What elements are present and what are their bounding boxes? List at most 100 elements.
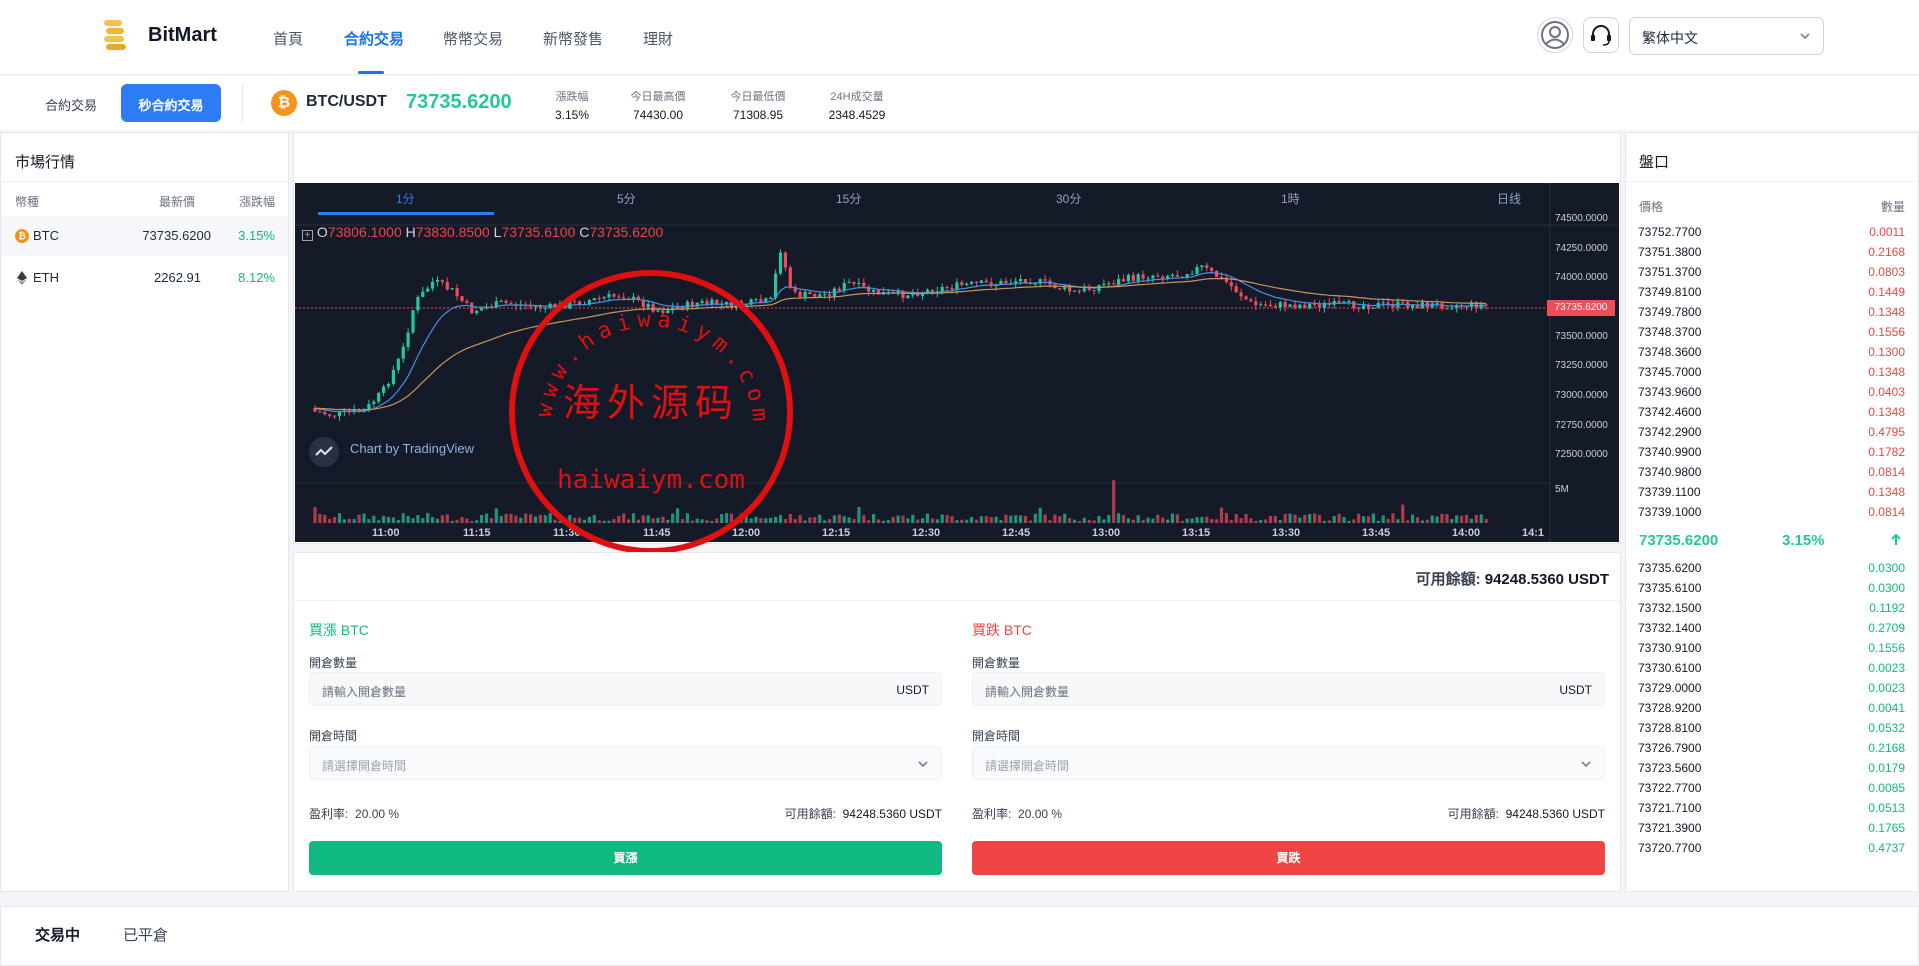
stat-volume: 24H成交量 2348.4529 (826, 88, 888, 122)
ma-slow-line (314, 277, 1487, 411)
tab-timeframe-15m[interactable]: 15分 (836, 190, 861, 207)
buy-up-button[interactable]: 買漲 (309, 841, 942, 875)
volume-bar (1053, 514, 1057, 523)
volume-bar (1425, 519, 1429, 523)
buy-time-select[interactable]: 請選擇開倉時間 (309, 746, 942, 780)
nav-new-listing[interactable]: 新幣發售 (543, 28, 603, 49)
volume-bar (475, 520, 479, 523)
x-tick: 12:15 (822, 527, 851, 539)
ask-row[interactable]: 73739.1000 0.0814 (1638, 505, 1905, 525)
bid-row[interactable]: 73730.6100 0.0023 (1638, 661, 1905, 681)
support-button[interactable] (1583, 17, 1619, 53)
volume-bar (1112, 480, 1116, 523)
nav-finance[interactable]: 理財 (643, 28, 673, 49)
language-select[interactable]: 繁体中文 (1629, 17, 1824, 55)
bid-row[interactable]: 73721.7100 0.0513 (1638, 801, 1905, 821)
volume-bar (818, 514, 822, 523)
ask-row[interactable]: 73740.9900 0.1782 (1638, 445, 1905, 465)
bid-row[interactable]: 73729.0000 0.0023 (1638, 681, 1905, 701)
candle-body (852, 281, 856, 284)
coin-price: 2262.91 (154, 270, 201, 285)
ask-row[interactable]: 73749.8100 0.1449 (1638, 285, 1905, 305)
tab-open-positions[interactable]: 交易中 (35, 924, 80, 945)
bid-row[interactable]: 73720.7700 0.4737 (1638, 841, 1905, 861)
candle-body (1342, 301, 1346, 303)
ask-row[interactable]: 73742.4600 0.1348 (1638, 405, 1905, 425)
ask-row[interactable]: 73745.7000 0.1348 (1638, 365, 1905, 385)
bid-row[interactable]: 73730.9100 0.1556 (1638, 641, 1905, 661)
tab-timeframe-1d[interactable]: 日线 (1497, 190, 1521, 207)
tradingview-attribution[interactable]: Chart by TradingView (350, 441, 474, 456)
candle-body (1175, 274, 1179, 277)
trading-pair: BTC/USDT (306, 93, 387, 110)
candle-body (401, 346, 405, 359)
tab-contract-trade[interactable]: 合約交易 (30, 84, 112, 122)
bitmart-logo-icon[interactable] (102, 18, 128, 52)
candle-body (386, 383, 391, 387)
volume-bar (1469, 518, 1473, 523)
x-tick: 13:00 (1092, 527, 1121, 539)
orderbook-mid-price: 73735.6200 (1639, 532, 1719, 549)
bid-row[interactable]: 73723.5600 0.0179 (1638, 761, 1905, 781)
bid-row[interactable]: 73735.6100 0.0300 (1638, 581, 1905, 601)
ask-row[interactable]: 73742.2900 0.4795 (1638, 425, 1905, 445)
volume-bar (1440, 513, 1444, 523)
bid-row[interactable]: 73728.8100 0.0532 (1638, 721, 1905, 741)
bid-row[interactable]: 73726.7900 0.2168 (1638, 741, 1905, 761)
market-row-btc[interactable]: ₿ BTC 73735.6200 3.15% (1, 216, 288, 256)
user-avatar[interactable] (1537, 17, 1573, 53)
brand-name[interactable]: BitMart (148, 24, 217, 47)
ask-row[interactable]: 73748.3600 0.1300 (1638, 345, 1905, 365)
ask-row[interactable]: 73751.3800 0.2168 (1638, 245, 1905, 265)
bid-row[interactable]: 73722.7700 0.0085 (1638, 781, 1905, 801)
buy-down-button[interactable]: 買跌 (972, 841, 1605, 875)
ask-row[interactable]: 73743.9600 0.0403 (1638, 385, 1905, 405)
candle-body (1381, 302, 1385, 304)
bid-row[interactable]: 73721.3900 0.1765 (1638, 821, 1905, 841)
candle-body (1293, 304, 1297, 308)
order-price: 73740.9900 (1638, 445, 1702, 459)
ask-row[interactable]: 73748.3700 0.1556 (1638, 325, 1905, 345)
volume-bar (1273, 516, 1277, 523)
ask-row[interactable]: 73752.7700 0.0011 (1638, 225, 1905, 245)
volume-bar (1268, 515, 1273, 523)
tab-closed-positions[interactable]: 已平倉 (123, 924, 168, 945)
tab-timeframe-30m[interactable]: 30分 (1056, 190, 1081, 207)
nav-spot[interactable]: 幣幣交易 (443, 28, 503, 49)
bid-row[interactable]: 73732.1500 0.1192 (1638, 601, 1905, 621)
order-price: 73742.2900 (1638, 425, 1702, 439)
candle-body (1259, 304, 1263, 306)
ask-row[interactable]: 73751.3700 0.0803 (1638, 265, 1905, 285)
collapse-icon[interactable]: + (302, 230, 313, 241)
tradingview-logo-icon[interactable] (309, 437, 339, 467)
volume-bar (1107, 514, 1111, 523)
sell-qty-input[interactable]: 請輸入開倉數量 USDT (972, 672, 1605, 706)
ask-row[interactable]: 73739.1100 0.1348 (1638, 485, 1905, 505)
order-price: 73728.9200 (1638, 701, 1702, 715)
bid-row[interactable]: 73728.9200 0.0041 (1638, 701, 1905, 721)
tab-timeframe-1m[interactable]: 1分 (396, 190, 415, 207)
volume-bar (377, 520, 381, 523)
tab-timeframe-1h[interactable]: 1時 (1281, 190, 1300, 207)
tab-timeframe-5m[interactable]: 5分 (617, 190, 636, 207)
volume-bar (1121, 514, 1126, 523)
ask-row[interactable]: 73749.7800 0.1348 (1638, 305, 1905, 325)
nav-contract[interactable]: 合約交易 (344, 28, 404, 49)
nav-home[interactable]: 首頁 (273, 28, 303, 49)
candle-body (470, 302, 474, 314)
order-price: 73745.7000 (1638, 365, 1702, 379)
language-value: 繁体中文 (1642, 30, 1698, 46)
order-price: 73749.7800 (1638, 305, 1702, 319)
bid-row[interactable]: 73732.1400 0.2709 (1638, 621, 1905, 641)
volume-bar (1097, 515, 1101, 523)
bid-row[interactable]: 73735.6200 0.0300 (1638, 561, 1905, 581)
placeholder: 請選擇開倉時間 (985, 759, 1070, 773)
buy-qty-input[interactable]: 請輸入開倉數量 USDT (309, 672, 942, 706)
volume-bar (411, 518, 415, 523)
sell-time-select[interactable]: 請選擇開倉時間 (972, 746, 1605, 780)
ask-row[interactable]: 73740.9800 0.0814 (1638, 465, 1905, 485)
tab-second-contract[interactable]: 秒合約交易 (121, 84, 221, 122)
market-row-eth[interactable]: ETH 2262.91 8.12% (1, 258, 288, 298)
volume-bar (965, 519, 969, 523)
volume-bar (480, 514, 484, 523)
